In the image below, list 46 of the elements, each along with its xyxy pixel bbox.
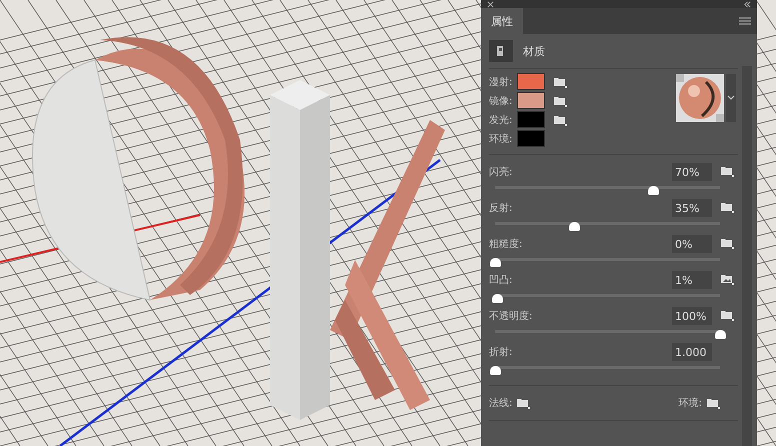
folder-icon[interactable] bbox=[553, 94, 567, 106]
material-icon[interactable] bbox=[489, 40, 513, 62]
folder-icon[interactable] bbox=[720, 201, 734, 213]
folder-icon[interactable] bbox=[553, 114, 567, 126]
slider-thumb[interactable] bbox=[492, 294, 504, 303]
panel-tab[interactable]: 属性 bbox=[481, 8, 523, 34]
value-field[interactable]: 1% bbox=[672, 271, 712, 289]
menu-icon[interactable] bbox=[739, 17, 751, 25]
color-label: 镜像: bbox=[489, 94, 514, 108]
image-icon[interactable] bbox=[720, 273, 734, 285]
slider-thumb[interactable] bbox=[490, 366, 501, 375]
folder-icon[interactable] bbox=[706, 397, 720, 409]
color-swatch[interactable] bbox=[517, 111, 545, 128]
slider-label: 折射: bbox=[489, 346, 514, 359]
slider-label: 粗糙度: bbox=[489, 238, 524, 251]
section-label: 材质 bbox=[523, 44, 545, 58]
value-field[interactable]: 35% bbox=[672, 199, 712, 217]
slider-thumb[interactable] bbox=[648, 186, 658, 195]
folder-icon[interactable] bbox=[553, 76, 567, 88]
slider-label: 不透明度: bbox=[489, 310, 534, 323]
slider-label: 反射: bbox=[489, 202, 514, 215]
value-field[interactable]: 70% bbox=[672, 163, 712, 181]
color-label: 环境: bbox=[489, 132, 514, 146]
folder-icon[interactable] bbox=[516, 397, 530, 409]
folder-icon[interactable] bbox=[720, 309, 734, 321]
color-swatch[interactable] bbox=[517, 73, 545, 90]
map-label: 环境: bbox=[678, 396, 702, 410]
slider-label: 凹凸: bbox=[489, 274, 514, 287]
value-field[interactable]: 100% bbox=[672, 307, 712, 325]
slider-thumb[interactable] bbox=[715, 330, 726, 339]
collapse-icon[interactable] bbox=[744, 0, 751, 8]
slider-label: 闪亮: bbox=[489, 166, 514, 179]
folder-icon[interactable] bbox=[720, 237, 734, 249]
folder-icon[interactable] bbox=[720, 165, 734, 177]
close-icon[interactable] bbox=[487, 0, 494, 8]
slider-thumb[interactable] bbox=[490, 258, 501, 267]
color-label: 漫射: bbox=[489, 76, 514, 88]
color-label: 发光: bbox=[489, 114, 514, 126]
material-preview[interactable] bbox=[676, 74, 736, 122]
sphere-icon bbox=[676, 74, 724, 122]
slider-thumb[interactable] bbox=[568, 222, 580, 231]
color-swatch[interactable] bbox=[517, 130, 545, 147]
value-field[interactable]: 0% bbox=[672, 235, 712, 253]
map-label: 法线: bbox=[489, 396, 512, 410]
value-field[interactable]: 1.000 bbox=[672, 343, 712, 361]
color-swatch[interactable] bbox=[517, 92, 545, 109]
